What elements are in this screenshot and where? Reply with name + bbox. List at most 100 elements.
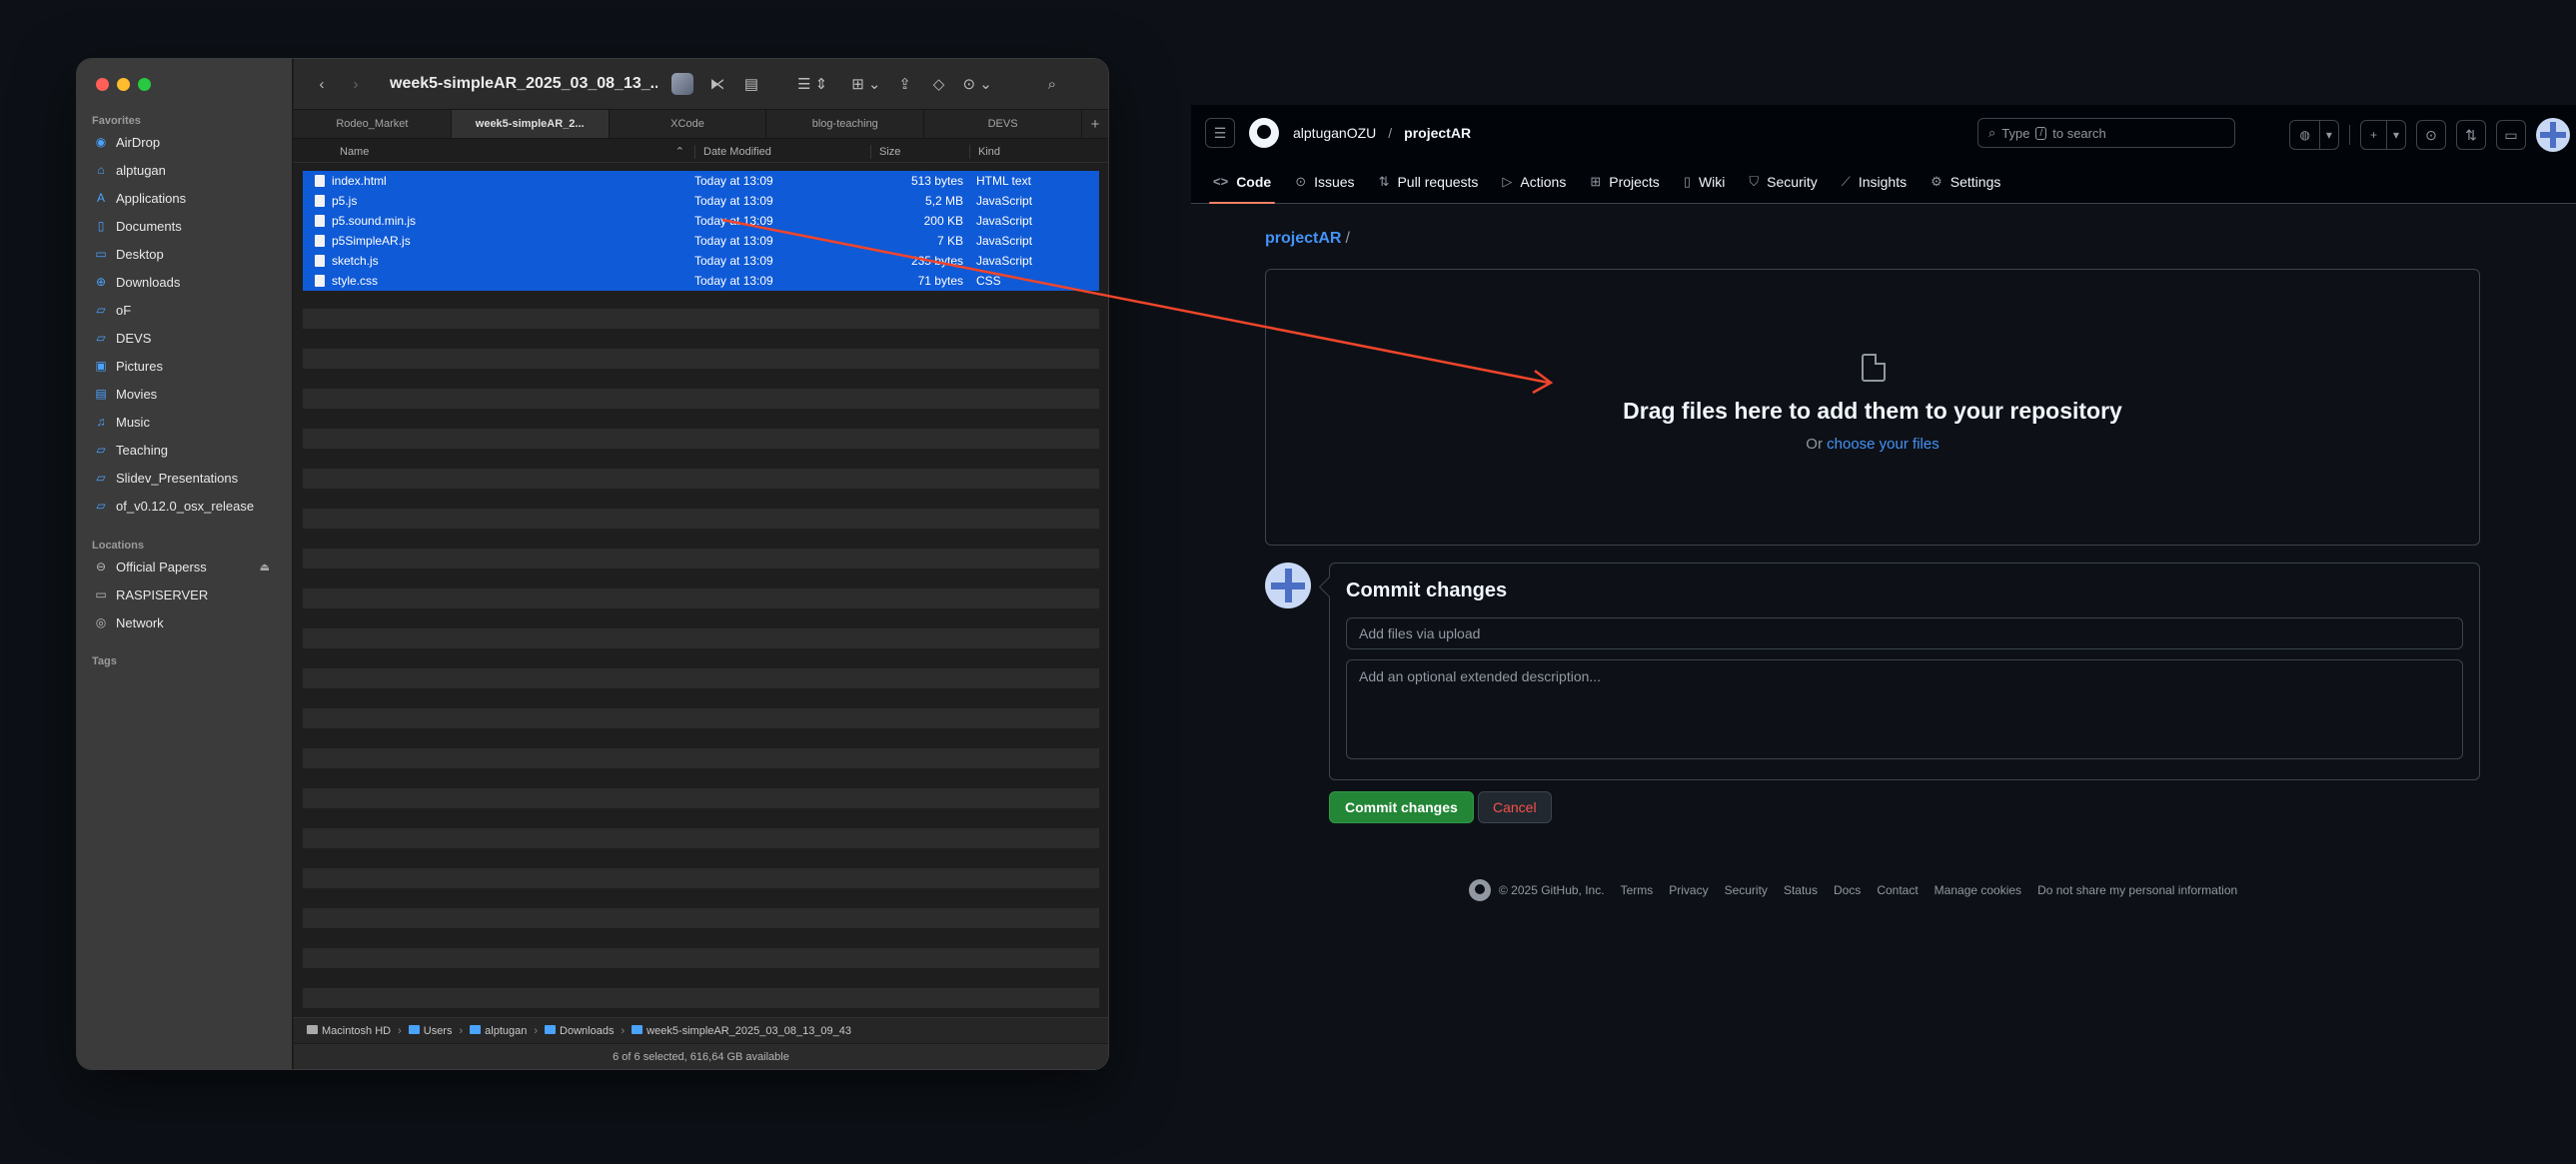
file-row[interactable]: index.html Today at 13:09 513 bytes HTML te… bbox=[303, 171, 1099, 191]
tab-xcode[interactable]: XCode bbox=[610, 110, 767, 138]
finder-sidebar: Favorites ◉ AirDrop ⌂ alptugan A Applicatio… bbox=[77, 59, 293, 1069]
movies-icon: ▤ bbox=[95, 387, 107, 401]
close-window-button[interactable] bbox=[96, 78, 109, 91]
eject-icon[interactable]: ⏏ bbox=[260, 561, 270, 574]
sidebar-item-of[interactable]: ▱ oF bbox=[77, 296, 292, 324]
tab-insights[interactable]: ⟋ Insights bbox=[1832, 160, 1917, 203]
group-icon[interactable]: ⊞ ⌄ bbox=[851, 75, 880, 93]
zoom-window-button[interactable] bbox=[138, 78, 151, 91]
tab-devs[interactable]: DEVS bbox=[924, 110, 1082, 138]
footer-link-docs[interactable]: Docs bbox=[1834, 883, 1861, 897]
empty-list-area[interactable] bbox=[303, 309, 1099, 1069]
sidebar-item-slidev[interactable]: ▱ Slidev_Presentations bbox=[77, 464, 292, 492]
path-item[interactable]: Downloads bbox=[545, 1024, 614, 1037]
path-item[interactable]: Macintosh HD bbox=[307, 1024, 391, 1037]
sidebar-item-music[interactable]: ♫ Music bbox=[77, 408, 292, 436]
file-icon[interactable]: ▤ bbox=[741, 75, 761, 93]
column-kind[interactable]: Kind bbox=[969, 144, 1108, 159]
tag-icon[interactable]: ◇ bbox=[929, 75, 949, 93]
tab-wiki[interactable]: ▯ Wiki bbox=[1674, 160, 1736, 203]
search-icon[interactable]: ⌕ bbox=[1042, 76, 1062, 93]
footer-link-terms[interactable]: Terms bbox=[1621, 883, 1654, 897]
cancel-button[interactable]: Cancel bbox=[1478, 791, 1552, 823]
sidebar-item-of-release[interactable]: ▱ of_v0.12.0_osx_release bbox=[77, 492, 292, 520]
app-icon[interactable] bbox=[671, 73, 693, 95]
path-item[interactable]: alptugan bbox=[470, 1024, 527, 1037]
sidebar-item-documents[interactable]: ▯ Documents bbox=[77, 212, 292, 240]
inbox-icon[interactable]: ▭ bbox=[2496, 120, 2526, 150]
file-row[interactable]: style.css Today at 13:09 71 bytes CSS bbox=[303, 271, 1099, 291]
status-bar: 6 of 6 selected, 616,64 GB available bbox=[294, 1043, 1108, 1069]
sidebar-item-alptugan[interactable]: ⌂ alptugan bbox=[77, 156, 292, 184]
github-header: ☰ alptuganOZU / projectAR ⌕ Type / to se… bbox=[1191, 105, 2576, 161]
share-icon[interactable]: ⇪ bbox=[895, 75, 915, 93]
sidebar-item-downloads[interactable]: ⊕ Downloads bbox=[77, 268, 292, 296]
copilot-button[interactable]: ◍ ▾ bbox=[2289, 120, 2339, 150]
tab-blog-teaching[interactable]: blog-teaching bbox=[766, 110, 925, 138]
tab-security[interactable]: ⛉ Security bbox=[1739, 160, 1827, 203]
new-tab-icon[interactable]: + bbox=[1082, 110, 1108, 138]
commit-changes-button[interactable]: Commit changes bbox=[1329, 791, 1474, 823]
sidebar-item-applications[interactable]: A Applications bbox=[77, 184, 292, 212]
column-name[interactable]: Name ⌃ bbox=[294, 145, 694, 159]
avatar[interactable] bbox=[2536, 118, 2570, 152]
tab-actions[interactable]: ▷ Actions bbox=[1492, 160, 1576, 203]
path-item[interactable]: week5-simpleAR_2025_03_08_13_09_43 bbox=[632, 1024, 851, 1037]
tab-rodeo-market[interactable]: Rodeo_Market bbox=[294, 110, 452, 138]
tab-week5[interactable]: week5-simpleAR_2... bbox=[451, 110, 610, 138]
file-row[interactable]: p5.sound.min.js Today at 13:09 200 KB JavaS… bbox=[303, 211, 1099, 231]
search-input[interactable]: ⌕ Type / to search bbox=[1977, 118, 2235, 148]
hamburger-menu-icon[interactable]: ☰ bbox=[1205, 118, 1235, 148]
footer-link-status[interactable]: Status bbox=[1784, 883, 1818, 897]
breadcrumb: projectAR / bbox=[1265, 230, 1350, 247]
footer-link-do-not-share[interactable]: Do not share my personal information bbox=[2037, 883, 2237, 897]
column-date[interactable]: Date Modified bbox=[694, 144, 870, 159]
sidebar-item-teaching[interactable]: ▱ Teaching bbox=[77, 436, 292, 464]
tab-code[interactable]: <> Code bbox=[1203, 160, 1281, 204]
minimize-window-button[interactable] bbox=[117, 78, 130, 91]
more-icon[interactable]: ⊙ ⌄ bbox=[963, 75, 992, 93]
file-row[interactable]: sketch.js Today at 13:09 235 bytes JavaScri… bbox=[303, 251, 1099, 271]
tab-settings[interactable]: ⚙ Settings bbox=[1921, 160, 2010, 203]
owner-link[interactable]: alptuganOZU bbox=[1293, 125, 1376, 141]
github-logo-icon[interactable] bbox=[1469, 879, 1491, 901]
repo-root-link[interactable]: projectAR bbox=[1265, 230, 1341, 247]
choose-files-link[interactable]: choose your files bbox=[1827, 436, 1939, 453]
footer-link-security[interactable]: Security bbox=[1725, 883, 1768, 897]
desktop-icon: ▭ bbox=[95, 247, 107, 261]
pictures-icon: ▣ bbox=[95, 359, 107, 373]
issues-icon[interactable]: ⊙ bbox=[2416, 120, 2446, 150]
github-logo-icon[interactable] bbox=[1249, 118, 1279, 148]
path-item[interactable]: Users bbox=[408, 1024, 452, 1037]
commit-description-input[interactable] bbox=[1346, 659, 2463, 759]
file-dropzone[interactable]: Drag files here to add them to your repo… bbox=[1265, 269, 2480, 546]
footer-link-contact[interactable]: Contact bbox=[1877, 883, 1918, 897]
tab-projects[interactable]: ⊞ Projects bbox=[1580, 160, 1669, 203]
play-icon: ▷ bbox=[1502, 173, 1513, 189]
commit-summary-input[interactable] bbox=[1346, 617, 2463, 649]
back-icon[interactable]: ‹ bbox=[312, 76, 332, 93]
sidebar-item-devs[interactable]: ▱ DEVS bbox=[77, 324, 292, 352]
create-new-button[interactable]: + ▾ bbox=[2359, 120, 2406, 150]
sidebar-item-raspiserver[interactable]: ▭ RASPISERVER bbox=[77, 581, 292, 608]
file-row[interactable]: p5SimpleAR.js Today at 13:09 7 KB JavaScrip… bbox=[303, 231, 1099, 251]
sidebar-item-airdrop[interactable]: ◉ AirDrop bbox=[77, 128, 292, 156]
server-icon: ▭ bbox=[95, 587, 107, 601]
footer-link-manage-cookies[interactable]: Manage cookies bbox=[1934, 883, 2021, 897]
column-size[interactable]: Size bbox=[870, 144, 969, 159]
repo-link[interactable]: projectAR bbox=[1404, 125, 1471, 141]
sidebar-item-network[interactable]: ◎ Network bbox=[77, 608, 292, 636]
tab-pull-requests[interactable]: ⇅ Pull requests bbox=[1369, 160, 1489, 203]
list-view-icon[interactable]: ☰ ⇕ bbox=[797, 75, 827, 93]
pull-requests-icon[interactable]: ⇅ bbox=[2456, 120, 2486, 150]
breadcrumb-separator: / bbox=[1388, 125, 1393, 141]
vscode-icon[interactable]: ⧔ bbox=[707, 75, 727, 93]
forward-icon[interactable]: › bbox=[346, 76, 366, 93]
sidebar-item-official-paperss[interactable]: ⊖ Official Paperss ⏏ bbox=[77, 553, 292, 581]
sidebar-item-pictures[interactable]: ▣ Pictures bbox=[77, 352, 292, 380]
sidebar-item-movies[interactable]: ▤ Movies bbox=[77, 380, 292, 408]
tab-issues[interactable]: ⊙ Issues bbox=[1285, 160, 1364, 203]
sidebar-item-desktop[interactable]: ▭ Desktop bbox=[77, 240, 292, 268]
footer-link-privacy[interactable]: Privacy bbox=[1669, 883, 1708, 897]
file-row[interactable]: p5.js Today at 13:09 5,2 MB JavaScript bbox=[303, 191, 1099, 211]
